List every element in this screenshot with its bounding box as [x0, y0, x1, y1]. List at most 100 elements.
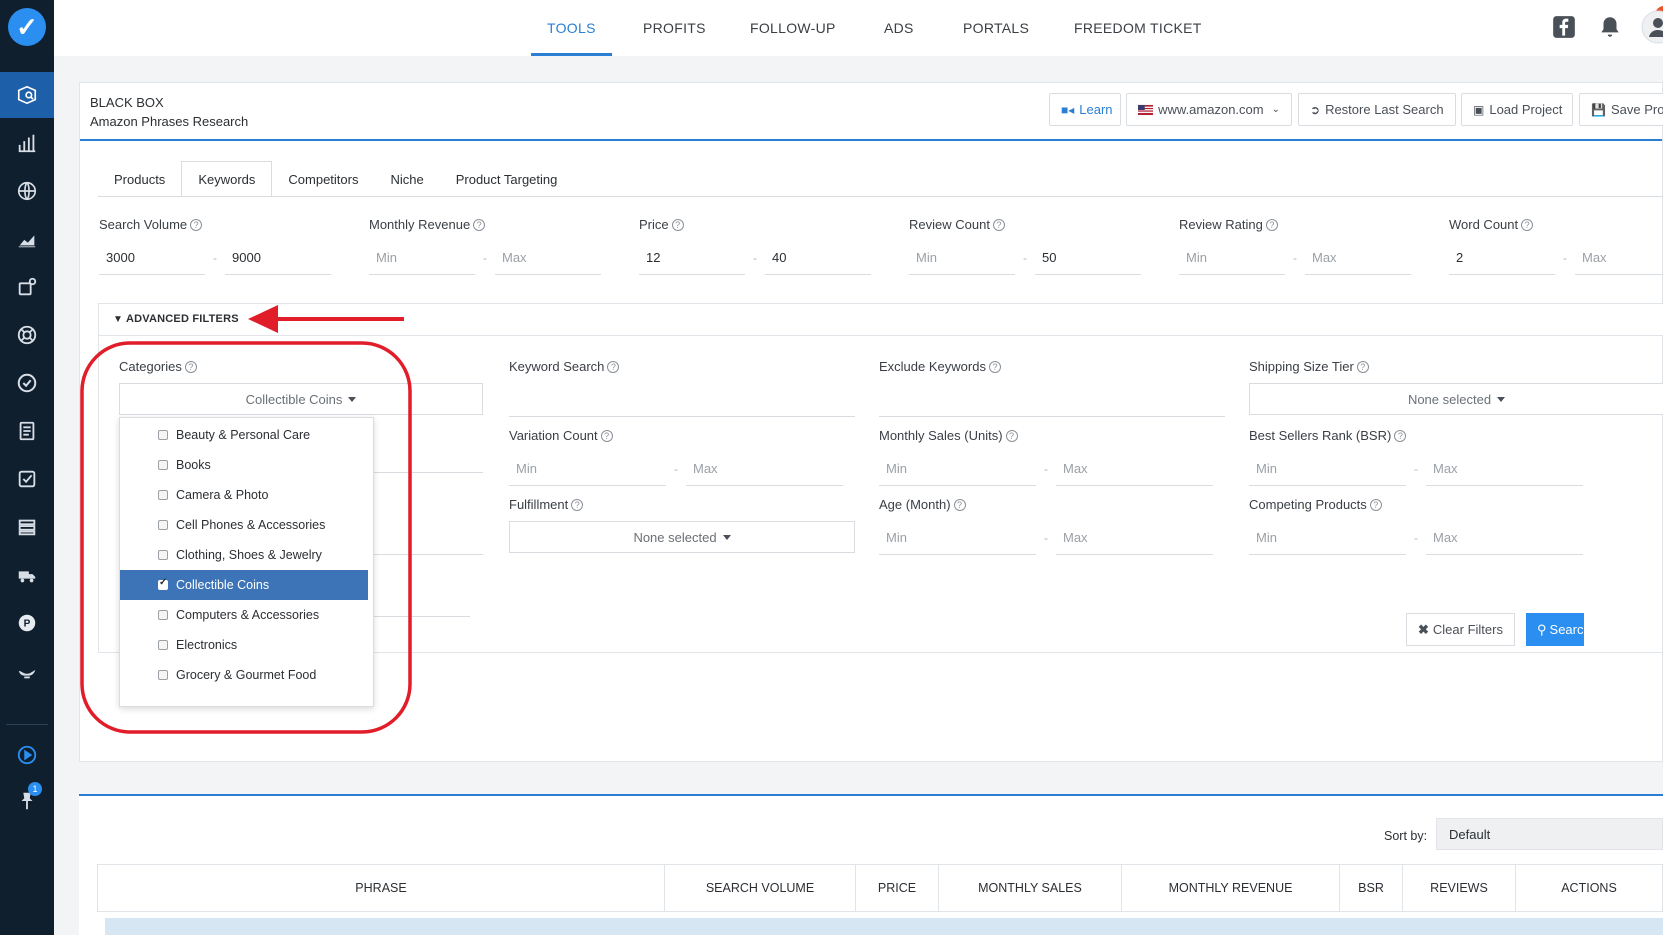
monthly-sales-max[interactable]: Max [1056, 452, 1213, 486]
review-count-min[interactable]: Min [909, 241, 1015, 275]
search-volume-min[interactable]: 3000 [99, 241, 205, 275]
word-count-min[interactable]: 2 [1449, 241, 1555, 275]
help-icon: ? [1356, 361, 1369, 373]
sidebar-item-updates[interactable]: 1 [0, 778, 54, 824]
sidebar-item-portals[interactable]: P [0, 600, 54, 646]
marketplace-select[interactable]: www.amazon.com ⌄ [1126, 93, 1292, 126]
column-search-volume[interactable]: SEARCH VOLUME [665, 865, 856, 911]
top-navigation: TOOLS PROFITS FOLLOW-UP ADS PORTALS FREE… [54, 0, 1663, 56]
bell-icon[interactable] [1597, 14, 1623, 40]
column-monthly-revenue[interactable]: MONTHLY REVENUE [1122, 865, 1340, 911]
save-project-button[interactable]: 💾 Save Pro [1579, 93, 1663, 126]
review-count-max[interactable]: 50 [1035, 241, 1141, 275]
nav-tab-ads[interactable]: ADS [884, 0, 914, 56]
age-min[interactable]: Min [879, 521, 1036, 555]
column-bsr[interactable]: BSR [1340, 865, 1403, 911]
help-icon: ? [1265, 219, 1278, 231]
floppy-disk-icon: 💾 [1591, 102, 1606, 117]
sidebar-item-genie[interactable] [0, 648, 54, 694]
tab-products[interactable]: Products [98, 161, 181, 197]
column-reviews[interactable]: REVIEWS [1403, 865, 1516, 911]
price-min[interactable]: 12 [639, 241, 745, 275]
tab-competitors[interactable]: Competitors [272, 161, 374, 197]
search-button[interactable]: ⚲ Search [1526, 613, 1584, 646]
bsr-min[interactable]: Min [1249, 452, 1406, 486]
monthly-revenue-min[interactable]: Min [369, 241, 475, 275]
category-option[interactable]: Computers & Accessories [120, 600, 368, 630]
column-phrase[interactable]: PHRASE [98, 865, 665, 911]
clear-filters-button[interactable]: ✖ Clear Filters [1406, 613, 1515, 646]
exclude-keywords-input[interactable] [879, 383, 1225, 417]
nav-tab-portals[interactable]: PORTALS [963, 0, 1029, 56]
fulfillment-label: Fulfillment? [509, 497, 584, 512]
competing-products-min[interactable]: Min [1249, 521, 1406, 555]
category-option[interactable]: Clothing, Shoes & Jewelry [120, 540, 368, 570]
keyword-search-input[interactable] [509, 383, 855, 417]
tab-niche[interactable]: Niche [374, 161, 439, 197]
column-price[interactable]: PRICE [856, 865, 939, 911]
panel-header: BLACK BOX Amazon Phrases Research ■◂ Lea… [80, 83, 1663, 141]
sidebar-item-support[interactable] [0, 312, 54, 358]
checkbox [158, 520, 168, 530]
monthly-revenue-max[interactable]: Max [495, 241, 601, 275]
category-option-selected[interactable]: Collectible Coins [120, 570, 368, 600]
sidebar-item-inventory[interactable] [0, 504, 54, 550]
learn-button[interactable]: ■◂ Learn [1049, 93, 1121, 126]
box-search-icon [17, 85, 37, 105]
category-option[interactable]: Beauty & Personal Care [120, 420, 368, 450]
price-max[interactable]: 40 [765, 241, 871, 275]
checkbox [158, 460, 168, 470]
sidebar-item-trends[interactable] [0, 216, 54, 262]
sidebar-item-checklist[interactable] [0, 456, 54, 502]
facebook-icon[interactable] [1551, 14, 1577, 40]
us-flag-icon [1138, 104, 1154, 115]
logo-icon[interactable]: ✓ [8, 8, 46, 46]
help-icon: ? [953, 499, 966, 511]
sidebar-item-document[interactable] [0, 408, 54, 454]
category-option[interactable]: Grocery & Gourmet Food [120, 660, 368, 690]
variation-count-max[interactable]: Max [686, 452, 843, 486]
sort-label: Sort by: [1384, 829, 1428, 843]
checkbox [158, 430, 168, 440]
arrow-circle-icon: ➲ [1310, 102, 1321, 117]
category-option[interactable]: Books [120, 450, 368, 480]
bsr-max[interactable]: Max [1426, 452, 1583, 486]
categories-dropdown-list[interactable]: Beauty & Personal Care Books Camera & Ph… [119, 417, 374, 707]
word-count-max[interactable]: Max [1575, 241, 1663, 275]
monthly-sales-min[interactable]: Min [879, 452, 1036, 486]
category-option[interactable]: Electronics [120, 630, 368, 660]
sidebar-item-globe[interactable] [0, 168, 54, 214]
search-volume-max[interactable]: 9000 [225, 241, 331, 275]
competing-products-max[interactable]: Max [1426, 521, 1583, 555]
load-project-button[interactable]: ▣ Load Project [1461, 93, 1573, 126]
fulfillment-select[interactable]: None selected [509, 521, 855, 553]
document-icon [19, 421, 35, 441]
sidebar-item-video[interactable] [0, 732, 54, 778]
nav-tab-profits[interactable]: PROFITS [643, 0, 706, 56]
review-rating-max[interactable]: Max [1305, 241, 1411, 275]
user-avatar-icon[interactable] [1641, 10, 1663, 44]
sidebar-item-tools[interactable] [0, 264, 54, 310]
tab-keywords[interactable]: Keywords [181, 161, 273, 197]
sidebar-item-blackbox[interactable] [0, 72, 54, 118]
sidebar-item-analytics[interactable] [0, 120, 54, 166]
tab-product-targeting[interactable]: Product Targeting [440, 161, 574, 197]
sort-select[interactable]: Default [1436, 818, 1663, 850]
nav-tab-follow-up[interactable]: FOLLOW-UP [750, 0, 836, 56]
review-rating-min[interactable]: Min [1179, 241, 1285, 275]
categories-select[interactable]: Collectible Coins [119, 383, 483, 415]
age-max[interactable]: Max [1056, 521, 1213, 555]
sidebar-item-shipping[interactable] [0, 552, 54, 598]
checkbox [158, 610, 168, 620]
column-monthly-sales[interactable]: MONTHLY SALES [939, 865, 1122, 911]
nav-tab-tools[interactable]: TOOLS [531, 0, 612, 56]
sidebar-item-check[interactable] [0, 360, 54, 406]
restore-last-search-button[interactable]: ➲ Restore Last Search [1298, 93, 1456, 126]
nav-tab-freedom-ticket[interactable]: FREEDOM TICKET [1074, 0, 1202, 56]
advanced-filters-toggle[interactable]: ▼ ADVANCED FILTERS [98, 303, 1663, 336]
shipping-size-select[interactable]: None selected [1249, 383, 1663, 415]
category-option[interactable]: Camera & Photo [120, 480, 368, 510]
svg-text:P: P [24, 619, 31, 630]
variation-count-min[interactable]: Min [509, 452, 666, 486]
category-option[interactable]: Cell Phones & Accessories [120, 510, 368, 540]
